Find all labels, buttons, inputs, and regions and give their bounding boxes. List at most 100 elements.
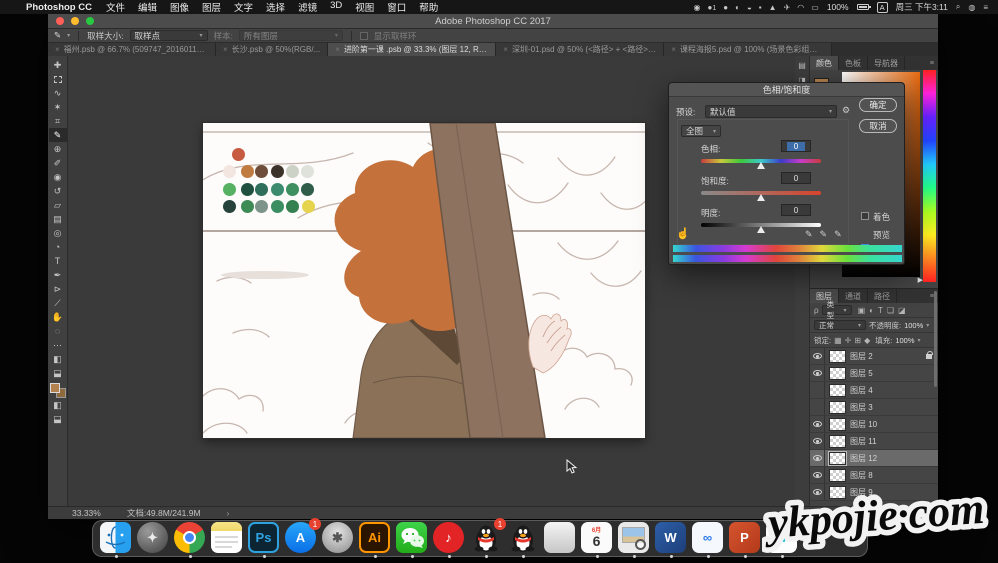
close-tab-icon[interactable]: ×: [223, 45, 228, 54]
close-tab-icon[interactable]: ×: [335, 45, 340, 54]
lock-icon[interactable]: ▪: [759, 3, 762, 12]
blur-tool[interactable]: ◎: [49, 226, 67, 240]
gradient-tool[interactable]: ▤: [49, 212, 67, 226]
eyedropper-subtract[interactable]: ✎: [834, 229, 842, 240]
lock-icon-3[interactable]: ◆: [864, 336, 870, 345]
chrome-icon[interactable]: [174, 522, 207, 555]
visibility-toggle[interactable]: [810, 348, 825, 364]
lock-icon-2[interactable]: ⊞: [854, 336, 861, 345]
lock-icon-0[interactable]: ▦: [834, 336, 842, 345]
layer-thumbnail[interactable]: [829, 435, 846, 448]
layer-row[interactable]: 图层 9: [810, 484, 938, 501]
screen-mode[interactable]: ⬓: [49, 366, 67, 380]
baidu-netdisk-icon[interactable]: ∞: [692, 522, 725, 555]
qq-2-icon[interactable]: [507, 522, 540, 555]
line-tool[interactable]: ⟋: [49, 296, 67, 310]
quick-selection-tool[interactable]: ✶: [49, 100, 67, 114]
quick-mask-mode-button[interactable]: ◧: [49, 398, 67, 412]
preset-gear-icon[interactable]: ⚙: [842, 105, 850, 116]
tool-preset-caret[interactable]: ▾: [67, 32, 70, 39]
lasso-tool[interactable]: ∿: [49, 86, 67, 100]
layer-row[interactable]: 图层 8: [810, 467, 938, 484]
tab-颜色[interactable]: 颜色: [810, 56, 839, 70]
system-preferences-icon[interactable]: ✱: [322, 522, 355, 555]
layer-thumbnail[interactable]: [829, 384, 846, 397]
close-tab-icon[interactable]: ×: [55, 45, 60, 54]
filter-search-icon[interactable]: ρ: [814, 306, 819, 315]
visibility-toggle[interactable]: [810, 399, 825, 415]
cancel-button[interactable]: 取消: [859, 119, 897, 133]
targeted-adjustment-icon[interactable]: ☝: [676, 227, 690, 240]
menu-3D[interactable]: 3D: [330, 0, 342, 14]
visibility-toggle[interactable]: [810, 484, 825, 500]
zoom-level[interactable]: 33.33%: [72, 508, 101, 518]
type-tool[interactable]: T: [49, 254, 67, 268]
layer-thumbnail[interactable]: [829, 401, 846, 414]
eyedropper-sample[interactable]: ✎: [805, 229, 813, 240]
layer-row[interactable]: 图层 12: [810, 450, 938, 467]
siri-icon[interactable]: ◍: [968, 3, 975, 12]
layer-row[interactable]: 图层 3: [810, 399, 938, 416]
menu-编辑[interactable]: 编辑: [138, 0, 157, 14]
doc-tab-4[interactable]: ×课程海报5.psd @ 100% (场景色彩组合和谐...: [664, 43, 832, 56]
history-brush-tool[interactable]: ↺: [49, 184, 67, 198]
menu-帮助[interactable]: 帮助: [419, 0, 438, 14]
lightness-value-input[interactable]: 0: [781, 204, 811, 216]
pen-tool[interactable]: ✒: [49, 268, 67, 282]
clone-stamp-tool[interactable]: ◉: [49, 170, 67, 184]
menubar-clock[interactable]: 周三 下午3:11: [896, 1, 948, 13]
hue-slider[interactable]: [701, 159, 821, 163]
menu-文件[interactable]: 文件: [106, 0, 125, 14]
input-method-icon[interactable]: A: [877, 2, 888, 13]
notes-icon[interactable]: [211, 522, 244, 555]
m-app-icon[interactable]: ▲: [769, 3, 777, 12]
foreground-background-swatches[interactable]: [50, 383, 66, 398]
document-canvas[interactable]: [203, 123, 645, 438]
visibility-toggle[interactable]: [810, 382, 825, 398]
layer-filter-icon-3[interactable]: ❏: [887, 306, 894, 315]
dodge-tool[interactable]: ◔: [49, 240, 67, 254]
blend-mode-select[interactable]: 正常▾: [814, 320, 866, 330]
channel-select[interactable]: 全图▾: [681, 125, 721, 137]
brush-tool[interactable]: ✐: [49, 156, 67, 170]
layer-thumbnail[interactable]: [829, 452, 846, 465]
layer-thumbnail[interactable]: [829, 418, 846, 431]
doc-tab-1[interactable]: ×长沙.psb @ 50%(RGB/...: [216, 43, 328, 56]
visibility-toggle[interactable]: [810, 450, 825, 466]
fill-caret[interactable]: ▾: [918, 337, 921, 344]
netease-music-icon[interactable]: ♪: [433, 522, 466, 555]
launchpad-icon[interactable]: ✦: [137, 522, 170, 555]
menu-选择[interactable]: 选择: [266, 0, 285, 14]
quick-mask-mode[interactable]: ◧: [49, 352, 67, 366]
layer-row[interactable]: 图层 2: [810, 348, 938, 365]
close-tab-icon[interactable]: ×: [671, 45, 676, 54]
layer-filter-icon-0[interactable]: ▣: [858, 306, 866, 315]
zoom-tool[interactable]: ◌: [49, 324, 67, 338]
eyedropper-add[interactable]: ✎: [820, 229, 828, 240]
layer-filter-icon-2[interactable]: T: [878, 306, 883, 315]
photoshop-icon[interactable]: Ps: [248, 522, 281, 555]
crop-tool[interactable]: ⌗: [49, 114, 67, 128]
doc-tab-2[interactable]: ×进阶第一课 .psb @ 33.3% (图层 12, RGB/8) *: [328, 43, 496, 56]
scanner-tray-icon[interactable]: [544, 522, 577, 555]
libraries-panel-icon[interactable]: ▤: [798, 61, 806, 70]
screen-mode-button[interactable]: ⬓: [49, 412, 67, 426]
opacity-caret[interactable]: ▾: [926, 322, 929, 329]
close-tab-icon[interactable]: ×: [503, 45, 508, 54]
menu-图层[interactable]: 图层: [202, 0, 221, 14]
fill-value[interactable]: 100%: [895, 336, 914, 345]
menu-图像[interactable]: 图像: [170, 0, 189, 14]
moon-icon[interactable]: ◐: [735, 3, 740, 12]
w-app-icon[interactable]: w: [766, 522, 799, 555]
tab-色板[interactable]: 色板: [839, 56, 868, 70]
doc-tab-0[interactable]: ×福州.psb @ 66.7% (509747_2016011717...: [48, 43, 216, 56]
calendar-icon[interactable]: 6月6: [581, 522, 614, 555]
visibility-toggle[interactable]: [810, 365, 825, 381]
edit-toolbar[interactable]: ⋯: [49, 338, 67, 352]
record-icon[interactable]: ◉: [694, 3, 701, 12]
dialog-title[interactable]: 色相/饱和度: [669, 83, 904, 97]
lock-icon-1[interactable]: ✛: [845, 336, 852, 345]
menu-视图[interactable]: 视图: [355, 0, 374, 14]
layers-scrollbar[interactable]: [934, 291, 937, 387]
spotlight-icon[interactable]: ⌕: [956, 2, 960, 12]
